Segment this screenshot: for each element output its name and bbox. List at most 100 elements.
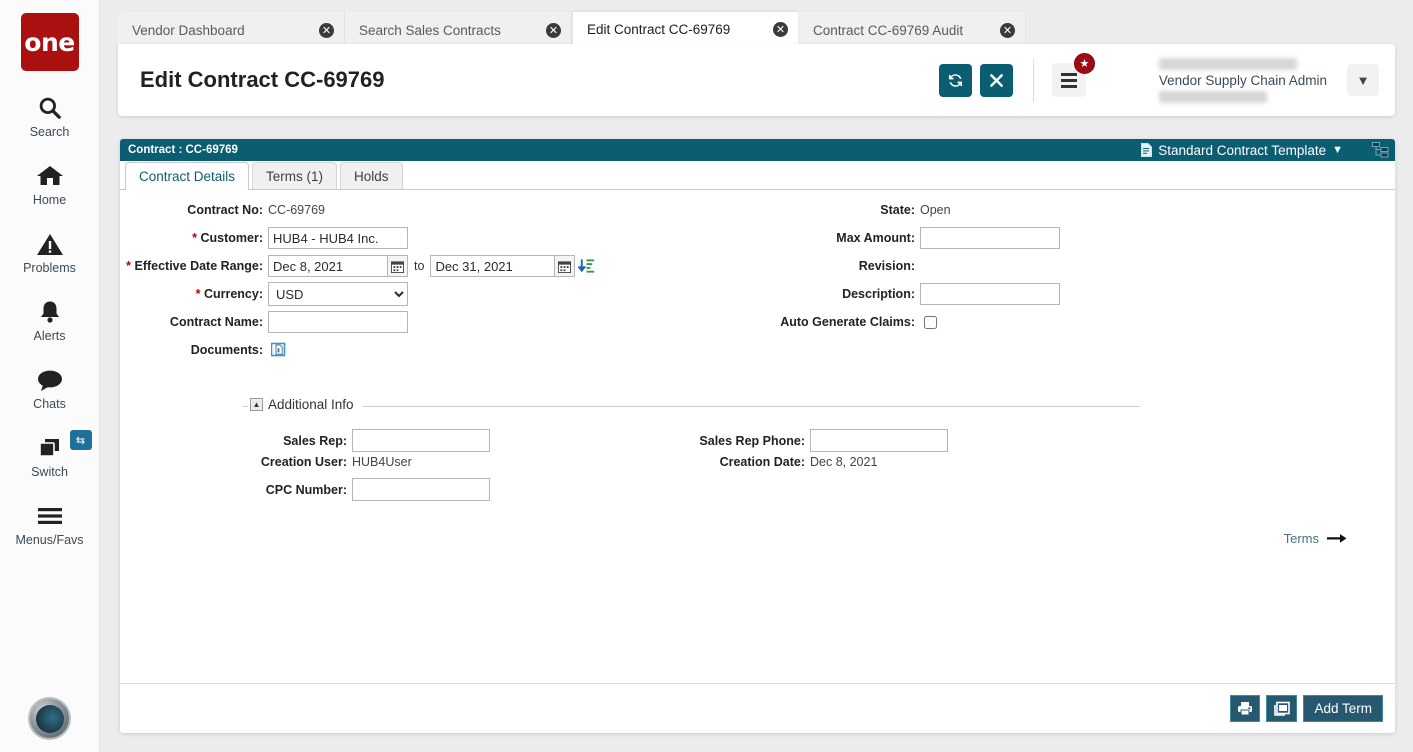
tab-terms[interactable]: Terms (1): [252, 162, 338, 189]
print-button[interactable]: [1230, 695, 1261, 722]
sidebar-item-label: Chats: [33, 397, 66, 411]
customer-input[interactable]: [268, 227, 408, 249]
auto-generate-claims-checkbox[interactable]: [924, 315, 937, 329]
left-nav-rail: one Search Home Problems Alerts Chats ⇆ …: [0, 0, 100, 752]
field-state: State: Open: [740, 198, 1190, 222]
tab-label: Edit Contract CC-69769: [587, 21, 731, 37]
search-icon: [37, 93, 63, 123]
field-contract-name: Contract Name:: [120, 310, 740, 334]
user-menu-caret-button[interactable]: ▼: [1347, 64, 1379, 96]
field-max-amount: Max Amount:: [740, 226, 1190, 250]
documents-label: Documents:: [190, 343, 263, 357]
add-term-label: Add Term: [1314, 701, 1372, 716]
field-currency: * Currency: USD: [120, 282, 740, 306]
page-title: Edit Contract CC-69769: [140, 67, 385, 92]
export-button[interactable]: [1266, 695, 1298, 722]
org-tree-icon[interactable]: [1365, 139, 1395, 161]
cpc-number-input[interactable]: [352, 478, 490, 501]
swap-arrows-icon[interactable]: ⇆: [69, 430, 92, 450]
contract-name-label: Contract Name:: [169, 315, 263, 329]
one-network-logo[interactable]: one: [20, 13, 79, 71]
sales-rep-input[interactable]: [352, 429, 490, 452]
calendar-icon[interactable]: [555, 255, 576, 277]
effective-date-from-input[interactable]: [268, 255, 388, 277]
application-window: one Search Home Problems Alerts Chats ⇆ …: [0, 0, 1413, 752]
sidebar-item-switch[interactable]: ⇆ Switch: [0, 430, 100, 479]
sidebar-item-label: Menus/Favs: [15, 533, 84, 547]
user-profile-lines: Vendor Supply Chain Admin: [1158, 57, 1327, 103]
sidebar-item-alerts[interactable]: Alerts: [0, 297, 100, 343]
sidebar-item-chats[interactable]: Chats: [0, 365, 100, 411]
field-cpc-number: CPC Number:: [232, 478, 490, 501]
refresh-button[interactable]: [938, 63, 972, 97]
redacted-company-name: [1158, 57, 1297, 70]
field-documents: Documents:: [120, 338, 740, 362]
terms-navigation-link[interactable]: Terms: [1284, 531, 1347, 546]
creation-date-label: Creation Date:: [719, 455, 805, 469]
hamburger-menu-icon: [1060, 72, 1077, 88]
sidebar-item-search[interactable]: Search: [0, 93, 100, 139]
header-menu-button[interactable]: ★: [1051, 53, 1095, 97]
contract-name-input[interactable]: [268, 311, 408, 333]
legend-dash: [242, 406, 248, 407]
template-selector[interactable]: Standard Contract Template ▼: [1141, 143, 1343, 158]
user-avatar-icon[interactable]: [28, 697, 71, 740]
close-page-button[interactable]: [979, 63, 1013, 97]
close-icon[interactable]: ✕: [1000, 23, 1015, 38]
form-right-column: State: Open Max Amount: Revision: Descri…: [740, 198, 1190, 338]
contract-bar-actions: Standard Contract Template ▼: [1141, 139, 1395, 161]
close-x-icon: [989, 73, 1004, 88]
effective-date-to-input[interactable]: [430, 255, 556, 277]
close-icon[interactable]: ✕: [319, 23, 334, 38]
sidebar-item-menus-favs[interactable]: Menus/Favs: [0, 501, 100, 547]
required-asterisk: *: [126, 259, 131, 273]
field-sales-rep: Sales Rep:: [232, 429, 490, 452]
form-left-column: Contract No: CC-69769 * Customer: * Effe…: [120, 198, 740, 366]
windows-stack-icon: [35, 433, 65, 463]
currency-label-text: Currency:: [203, 287, 263, 301]
logo-text: one: [24, 27, 75, 57]
sidebar-item-home[interactable]: Home: [0, 161, 100, 207]
effective-date-range-label: * Effective Date Range:: [120, 259, 268, 273]
contract-title-bar: Contract : CC-69769 Standard Contract Te…: [120, 139, 1395, 161]
sidebar-item-problems[interactable]: Problems: [0, 229, 100, 275]
tab-holds[interactable]: Holds: [340, 162, 403, 189]
warning-triangle-icon: [36, 229, 64, 259]
currency-label: * Currency:: [120, 287, 268, 301]
sort-descending-icon[interactable]: [578, 258, 595, 274]
bell-icon: [37, 297, 63, 327]
cpc-number-label: CPC Number:: [265, 482, 347, 497]
close-icon[interactable]: ✕: [773, 21, 788, 37]
tab-label: Vendor Dashboard: [132, 23, 245, 38]
sidebar-item-label: Problems: [23, 261, 76, 275]
contract-no-label: Contract No:: [187, 203, 263, 217]
sales-rep-phone-input[interactable]: [810, 429, 948, 452]
required-asterisk: *: [192, 231, 197, 245]
close-icon[interactable]: ✕: [546, 23, 561, 38]
customer-label: * Customer:: [120, 231, 268, 245]
contract-form: Contract No: CC-69769 * Customer: * Effe…: [120, 190, 1395, 546]
date-range-to-label: to: [414, 259, 425, 273]
customer-label-text: Customer:: [200, 231, 263, 245]
attach-document-icon[interactable]: [271, 342, 286, 358]
description-input[interactable]: [920, 283, 1060, 305]
additional-info-section: ▲ Additional Info Sales Rep: Sales Rep P…: [242, 397, 1140, 501]
sales-rep-label: Sales Rep:: [283, 433, 347, 448]
field-contract-no: Contract No: CC-69769: [120, 198, 740, 222]
field-creation-date: Creation Date: Dec 8, 2021: [680, 455, 878, 469]
tab-contract-details[interactable]: Contract Details: [125, 162, 250, 190]
field-creation-user: Creation User: HUB4User: [232, 455, 412, 469]
calendar-icon[interactable]: [388, 255, 408, 277]
max-amount-input[interactable]: [920, 227, 1060, 249]
auto-generate-claims-label: Auto Generate Claims:: [780, 315, 915, 329]
chevron-down-icon: ▼: [1356, 72, 1370, 88]
required-asterisk: *: [195, 287, 201, 301]
effective-date-range-label-text: Effective Date Range:: [134, 259, 263, 273]
document-icon: [1141, 143, 1153, 157]
currency-select-wrapper: USD: [268, 282, 408, 306]
add-term-button[interactable]: Add Term: [1303, 695, 1383, 722]
state-label: State:: [880, 203, 915, 217]
currency-select[interactable]: USD: [268, 282, 408, 306]
user-profile-menu[interactable]: Vendor Supply Chain Admin ▼: [1158, 57, 1379, 103]
tab-label: Search Sales Contracts: [359, 23, 501, 38]
